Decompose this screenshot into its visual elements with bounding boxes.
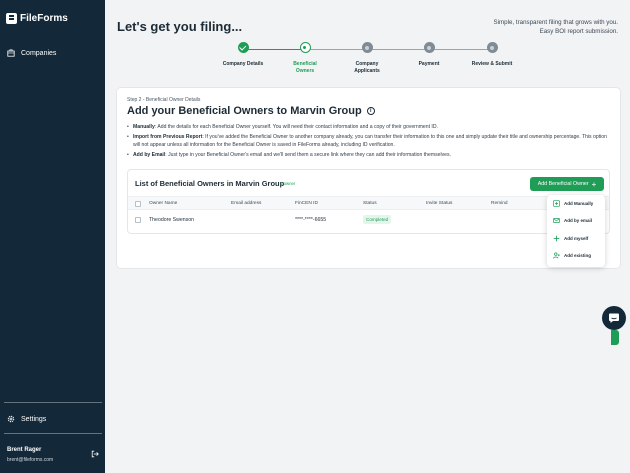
sidebar-divider [4, 402, 102, 403]
table-header: Owner Name Email address FinCEN ID Statu… [128, 196, 609, 210]
beneficial-owners-card: Step 2 - Beneficial Owner Details Add yo… [117, 88, 620, 345]
owner-count-badge: 1 owner [280, 181, 296, 186]
tagline: Simple, transparent filing that grows wi… [418, 19, 619, 36]
chat-button[interactable] [602, 306, 626, 330]
step-caption: Step 2 - Beneficial Owner Details [127, 97, 201, 103]
step-pending-icon [423, 42, 435, 53]
column-header: Remind [491, 201, 508, 206]
status-badge: Completed [363, 215, 392, 224]
add-beneficial-owner-label: Add Beneficial Owner [537, 181, 589, 187]
select-all-checkbox[interactable] [135, 201, 141, 207]
column-header: Owner Name [149, 201, 178, 206]
menu-item-add-myself[interactable]: Add myself [553, 235, 588, 242]
partially-hidden-button[interactable] [611, 330, 619, 345]
sidebar-divider [4, 433, 102, 434]
user-name: Brent Rager [7, 447, 42, 453]
owners-list: List of Beneficial Owners in Marvin Grou… [127, 169, 610, 234]
step-label: Beneficial [293, 61, 317, 67]
column-header: FinCEN ID [295, 201, 318, 206]
menu-item-label: Add myself [564, 236, 589, 241]
list-item: Add by Email: Just type in your Benefici… [127, 152, 607, 160]
person-add-icon [553, 252, 560, 259]
owners-list-title: List of Beneficial Owners in Marvin Grou… [135, 179, 285, 188]
progress-stepper: Company Details Beneficial Owners Compan… [105, 42, 630, 82]
step-label: Applicants [354, 67, 380, 74]
menu-item-add-manually[interactable]: Add Manually [553, 200, 593, 207]
plus-icon: + [591, 179, 597, 189]
menu-item-label: Add Manually [564, 201, 594, 206]
instructions-list: Manually: Add the details for each Benef… [127, 124, 607, 162]
app-logo[interactable]: FileForms [6, 13, 68, 24]
step-label: Company [355, 61, 379, 67]
main-content: Let's get you filing... Simple, transpar… [105, 0, 630, 473]
info-icon[interactable]: i [366, 107, 375, 115]
sidebar-item-settings[interactable]: Settings [7, 415, 46, 423]
column-header: Email address [231, 201, 262, 206]
menu-item-add-by-email[interactable]: Add by email [553, 217, 592, 224]
column-header: Status [363, 201, 377, 206]
list-item: Manually: Add the details for each Benef… [127, 124, 607, 132]
menu-item-label: Add by email [564, 218, 593, 223]
logout-icon[interactable] [91, 450, 99, 458]
step-company-applicants[interactable]: Company Applicants [332, 42, 402, 75]
add-box-icon [553, 200, 560, 207]
step-company-details[interactable]: Company Details [208, 42, 278, 68]
add-owner-menu: Add Manually Add by email Add myself Add… [547, 195, 605, 267]
email-icon [553, 218, 560, 223]
settings-label: Settings [21, 415, 47, 423]
step-check-icon [237, 42, 249, 53]
owner-name: Theodore Swenson [149, 217, 194, 223]
card-title-text: Add your Beneficial Owners to Marvin Gro… [127, 105, 362, 117]
menu-item-add-existing[interactable]: Add existing [553, 252, 591, 259]
sidebar-item-label: Companies [21, 49, 57, 57]
step-label: Company Details [222, 61, 264, 67]
step-beneficial-owners[interactable]: Beneficial Owners [270, 42, 340, 75]
fileforms-logo-icon [6, 13, 17, 24]
plus-icon [553, 235, 560, 242]
column-header: Invite Status [426, 201, 453, 206]
row-checkbox[interactable] [135, 217, 141, 223]
step-review-submit[interactable]: Review & Submit [457, 42, 527, 68]
user-email: brent@fileforms.com [7, 457, 54, 463]
tagline-line-1: Simple, transparent filing that grows wi… [493, 19, 619, 26]
list-item: Import from Previous Report: If you've a… [127, 134, 607, 150]
table-row[interactable]: Theodore Swenson ****-****-6655 Complete… [128, 211, 609, 229]
step-current-icon [299, 42, 311, 53]
step-payment[interactable]: Payment [394, 42, 464, 68]
sidebar: FileForms Companies Settings Brent Rager… [0, 0, 105, 473]
sidebar-item-companies[interactable]: Companies [7, 49, 56, 57]
building-icon [7, 49, 15, 57]
page-title: Let's get you filing... [117, 19, 243, 34]
card-title: Add your Beneficial Owners to Marvin Gro… [127, 105, 375, 117]
menu-item-label: Add existing [564, 253, 592, 258]
gear-icon [7, 415, 15, 423]
tagline-line-2: Easy BOI report submission. [539, 27, 618, 35]
step-label: Owners [295, 67, 315, 74]
fincen-id: ****-****-6655 [295, 217, 327, 223]
step-pending-icon [361, 42, 373, 53]
step-pending-icon [486, 42, 498, 53]
chat-bubble-icon [609, 313, 619, 323]
step-label: Payment [418, 61, 440, 67]
step-label: Review & Submit [471, 61, 513, 67]
add-beneficial-owner-button[interactable]: Add Beneficial Owner + [530, 177, 604, 191]
app-name: FileForms [20, 13, 68, 24]
